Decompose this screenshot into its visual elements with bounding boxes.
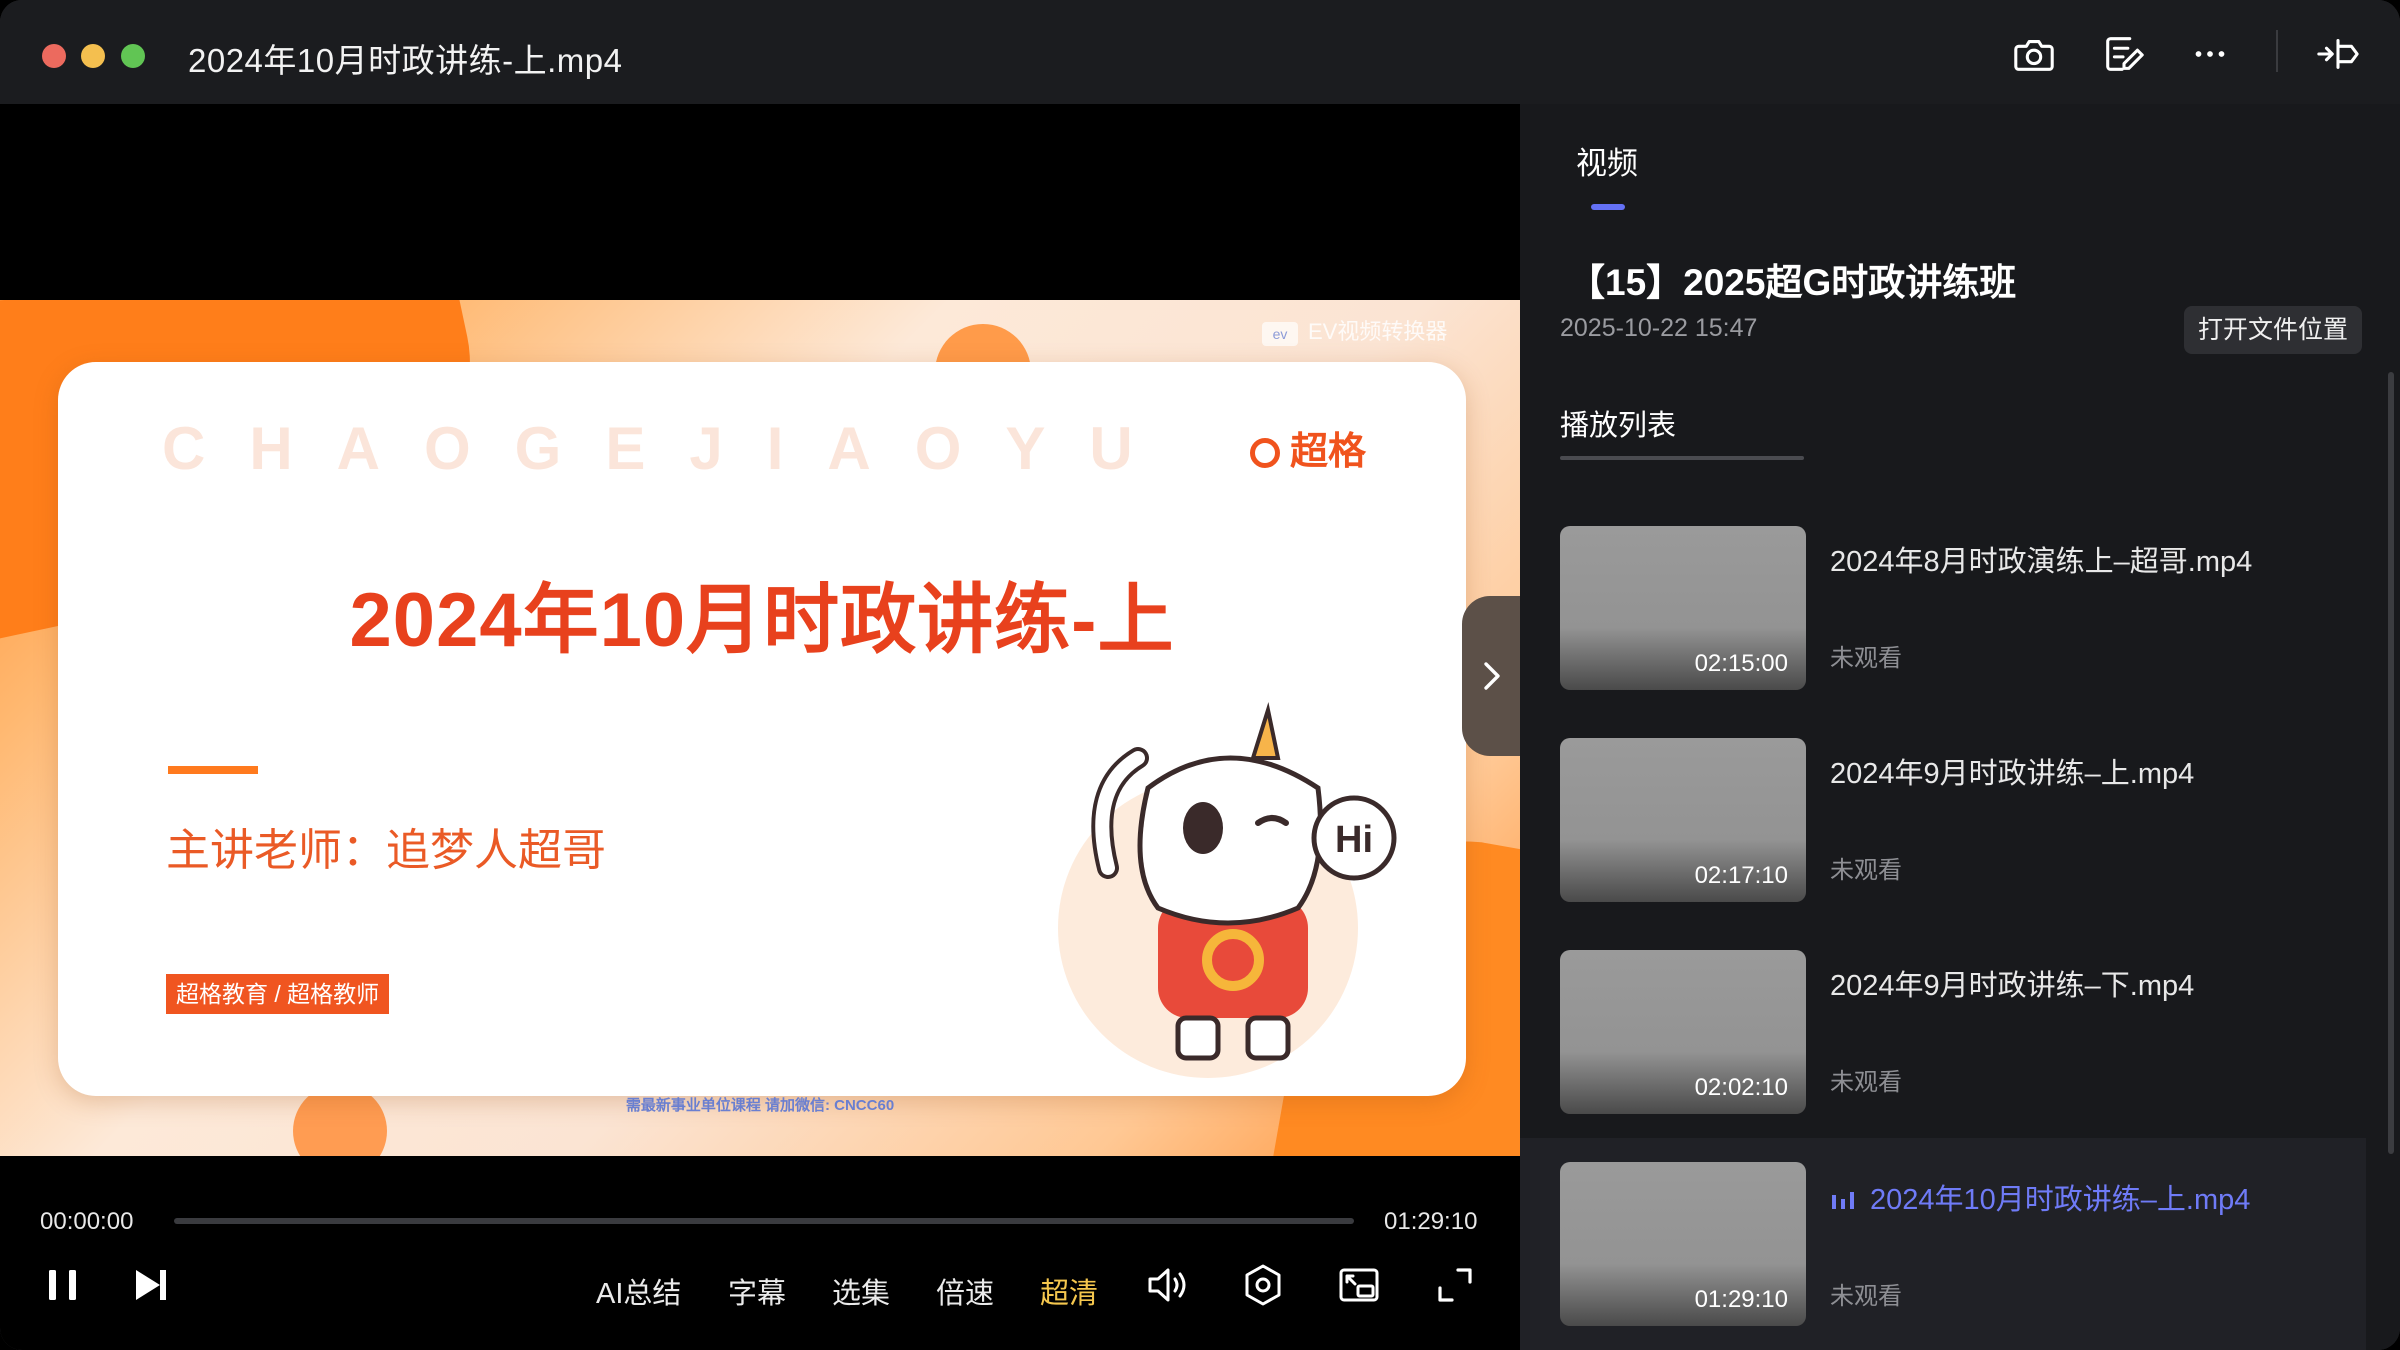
settings-button[interactable] xyxy=(1240,1262,1286,1308)
zoom-window-button[interactable] xyxy=(121,44,145,68)
chevron-right-icon xyxy=(1484,662,1500,690)
video-thumbnail: 01:29:10 xyxy=(1560,1162,1806,1326)
slide-letters: CHAOGEJIAOYU xyxy=(162,415,1177,482)
course-title: 【15】2025超G时政讲练班 xyxy=(1568,262,2017,303)
video-player[interactable]: ev EV视频转换器 CHAOGEJIAOYU 超格 2024年10月时政讲练-上… xyxy=(0,104,1522,1350)
thumbnail-duration: 02:17:10 xyxy=(1694,862,1788,889)
next-button[interactable] xyxy=(128,1262,174,1308)
thumbnail-duration: 01:29:10 xyxy=(1694,1286,1788,1313)
edit-note-icon xyxy=(2106,37,2144,71)
more-icon xyxy=(2195,51,2225,57)
now-playing-icon xyxy=(1832,1192,1854,1209)
fullscreen-icon xyxy=(1438,1268,1472,1302)
speed-button[interactable]: 倍速 xyxy=(936,1270,994,1312)
window-title: 2024年10月时政讲练-上.mp4 xyxy=(188,42,623,79)
watch-status: 未观看 xyxy=(1830,857,1902,884)
playlist-item-title: 2024年8月时政演练上–超哥.mp4 xyxy=(1830,546,2253,578)
subtitle-button[interactable]: 字幕 xyxy=(728,1270,786,1312)
playlist-item[interactable]: 02:17:10 2024年9月时政讲练–上.mp4 未观看 xyxy=(1520,722,2366,934)
current-time: 00:00:00 xyxy=(40,1208,134,1235)
camera-icon xyxy=(2014,40,2054,71)
slide-divider xyxy=(168,766,258,774)
slide-footnote: 需最新事业单位课程 请加微信: CNCC60 xyxy=(625,1097,895,1114)
mascot-illustration: Hi xyxy=(1058,702,1397,1078)
pin-window-icon xyxy=(2317,39,2359,69)
settings-icon xyxy=(1245,1264,1281,1306)
tab-indicator xyxy=(1591,204,1625,210)
sidebar-scrollbar[interactable] xyxy=(2388,372,2394,1154)
more-button[interactable] xyxy=(2184,28,2236,80)
watermark-text: EV视频转换器 xyxy=(1308,319,1448,344)
pause-icon xyxy=(49,1270,76,1300)
skip-next-icon xyxy=(136,1270,166,1300)
screenshot-button[interactable] xyxy=(2008,28,2060,80)
toolbar-divider xyxy=(2276,30,2278,72)
slide-card: CHAOGEJIAOYU 超格 2024年10月时政讲练-上 主讲老师：追梦人超… xyxy=(58,362,1466,1096)
playlist-item[interactable]: 02:02:10 2024年9月时政讲练–下.mp4 未观看 xyxy=(1520,934,2366,1146)
tab-video[interactable]: 视频 xyxy=(1576,138,1638,183)
thumbnail-duration: 02:02:10 xyxy=(1694,1074,1788,1101)
progress-bar[interactable] xyxy=(174,1218,1354,1224)
picture-in-picture-icon xyxy=(1339,1268,1379,1302)
title-bar: 2024年10月时政讲练-上.mp4 xyxy=(0,0,2400,104)
playlist-item-title: 2024年9月时政讲练–上.mp4 xyxy=(1830,758,2195,790)
course-date: 2025-10-22 15:47 xyxy=(1560,314,1758,342)
brand-logo-icon xyxy=(1250,438,1280,468)
ai-summary-button[interactable]: AI总结 xyxy=(596,1270,681,1312)
watch-status: 未观看 xyxy=(1830,645,1902,672)
note-button[interactable] xyxy=(2098,28,2150,80)
video-thumbnail: 02:15:00 xyxy=(1560,526,1806,690)
playlist-item-title: 2024年10月时政讲练–上.mp4 xyxy=(1830,1176,2250,1218)
ev-logo: ev xyxy=(1262,322,1298,346)
video-thumbnail: 02:17:10 xyxy=(1560,738,1806,902)
episodes-button[interactable]: 选集 xyxy=(832,1270,890,1312)
slide-social: 超格教育 / 超格教师 xyxy=(166,974,390,1014)
playlist-item[interactable]: 02:15:00 2024年8月时政演练上–超哥.mp4 未观看 xyxy=(1520,510,2366,722)
slide-title: 2024年10月时政讲练-上 xyxy=(349,578,1175,663)
watch-status: 未观看 xyxy=(1830,1283,1902,1310)
toggle-sidebar-button[interactable] xyxy=(1462,596,1522,756)
playlist-item-title: 2024年9月时政讲练–下.mp4 xyxy=(1830,970,2195,1002)
open-file-location-button[interactable]: 打开文件位置 xyxy=(2184,306,2362,354)
thumbnail-duration: 02:15:00 xyxy=(1694,650,1788,677)
minimize-window-button[interactable] xyxy=(81,44,105,68)
watermark: ev EV视频转换器 xyxy=(1262,314,1447,346)
volume-icon xyxy=(1148,1268,1186,1302)
player-window: 2024年10月时政讲练-上.mp4 ev EV视频转换器 CHAOGEJIAO… xyxy=(0,0,2400,1350)
close-window-button[interactable] xyxy=(42,44,66,68)
playlist-item-active[interactable]: 01:29:10 2024年10月时政讲练–上.mp4 未观看 xyxy=(1520,1138,2366,1350)
slide-teacher: 主讲老师：追梦人超哥 xyxy=(166,826,606,875)
pip-button[interactable] xyxy=(1336,1262,1382,1308)
playlist-label: 播放列表 xyxy=(1560,410,1677,442)
pin-window-button[interactable] xyxy=(2312,28,2364,80)
video-thumbnail: 02:02:10 xyxy=(1560,950,1806,1114)
watch-status: 未观看 xyxy=(1830,1069,1902,1096)
video-frame[interactable]: ev EV视频转换器 CHAOGEJIAOYU 超格 2024年10月时政讲练-上… xyxy=(0,300,1520,1156)
slide-brand: 超格 xyxy=(1250,420,1366,475)
sidebar: 视频 【15】2025超G时政讲练班 2025-10-22 15:47 打开文件… xyxy=(1520,104,2400,1350)
mascot-text: Hi xyxy=(1335,819,1373,861)
volume-button[interactable] xyxy=(1144,1262,1190,1308)
pause-button[interactable] xyxy=(40,1262,86,1308)
quality-button[interactable]: 超清 xyxy=(1040,1270,1098,1312)
playlist-divider xyxy=(1560,456,1804,460)
fullscreen-button[interactable] xyxy=(1432,1262,1478,1308)
total-time: 01:29:10 xyxy=(1384,1208,1478,1235)
